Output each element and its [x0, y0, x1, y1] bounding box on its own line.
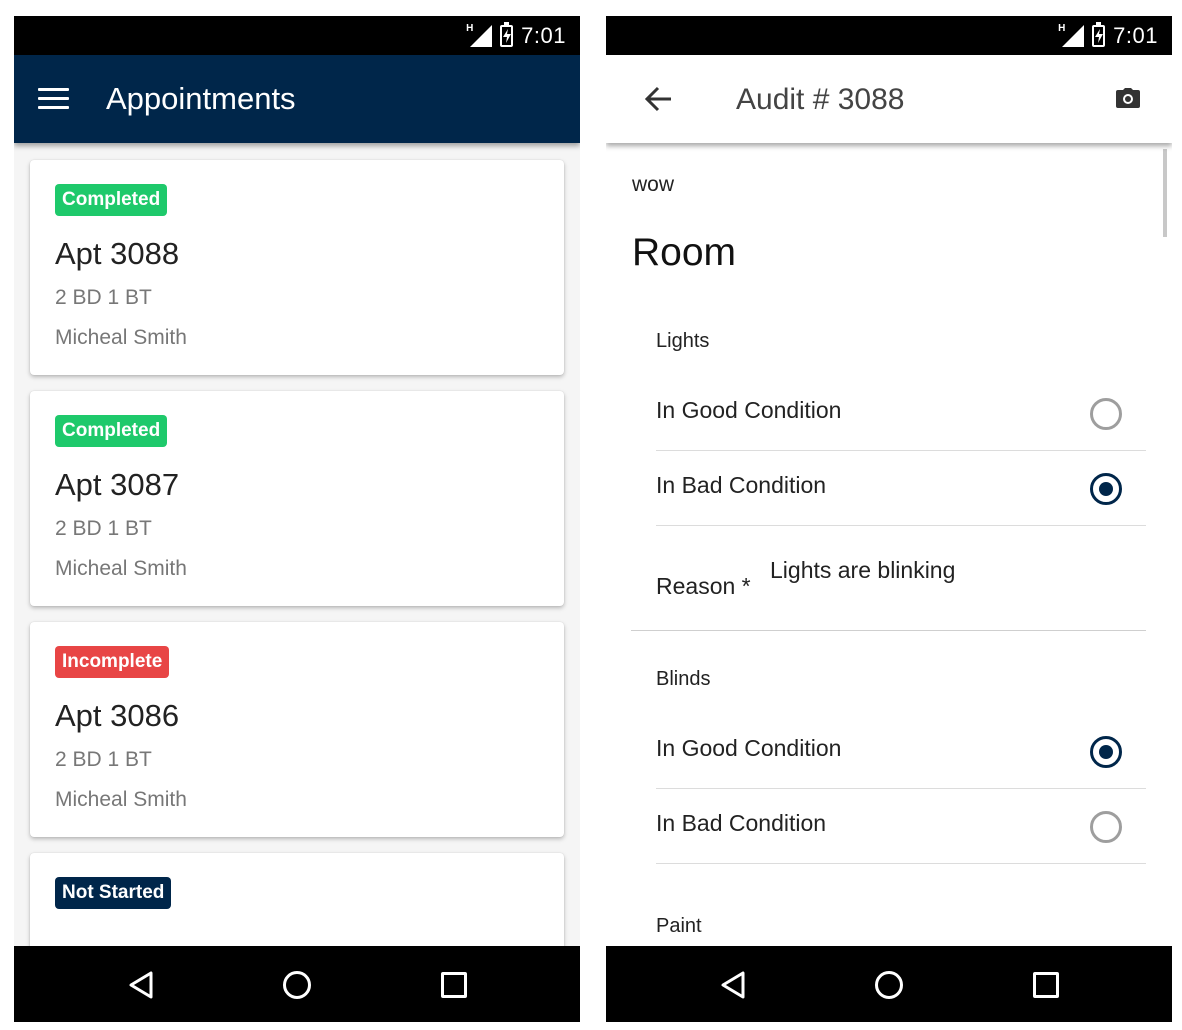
nav-back-icon[interactable]	[720, 970, 746, 1000]
appointment-card[interactable]: Incomplete Apt 3086 2 BD 1 BT Micheal Sm…	[30, 622, 564, 837]
scrollbar[interactable]	[1163, 149, 1167, 237]
signal-icon: H	[1058, 23, 1085, 47]
option-good-condition[interactable]: In Good Condition	[656, 376, 1146, 451]
status-bar: H 7:01	[14, 16, 580, 55]
option-label: In Bad Condition	[656, 810, 827, 836]
camera-icon[interactable]	[1116, 88, 1140, 108]
battery-icon	[500, 21, 514, 47]
radio-button[interactable]	[1090, 398, 1122, 430]
navigation-bar	[14, 946, 580, 1022]
status-time: 7:01	[521, 22, 566, 48]
status-badge: Not Started	[55, 877, 172, 909]
radio-button[interactable]	[1090, 473, 1122, 505]
appointment-title: Apt 3086	[55, 698, 180, 733]
navigation-bar	[606, 946, 1172, 1022]
status-time: 7:01	[1113, 22, 1158, 48]
option-bad-condition[interactable]: In Bad Condition	[656, 451, 1146, 526]
appointment-person: Micheal Smith	[55, 788, 187, 811]
appointment-card[interactable]: Completed Apt 3088 2 BD 1 BT Micheal Smi…	[30, 160, 564, 375]
option-label: In Good Condition	[656, 735, 842, 761]
section-heading: Room	[632, 231, 737, 274]
radio-button[interactable]	[1090, 736, 1122, 768]
appointment-layout: 2 BD 1 BT	[55, 748, 152, 771]
appointments-screen: H 7:01 Appointments Completed Apt 3088 2…	[14, 16, 580, 1022]
battery-icon	[1092, 21, 1106, 47]
option-bad-condition[interactable]: In Bad Condition	[656, 789, 1146, 864]
nav-home-icon[interactable]	[875, 971, 903, 999]
option-label: In Good Condition	[656, 397, 842, 423]
status-badge: Completed	[55, 415, 168, 447]
page-title: Audit # 3088	[736, 83, 905, 116]
status-badge: Incomplete	[55, 646, 170, 678]
audit-subtitle: wow	[632, 173, 675, 196]
nav-back-icon[interactable]	[128, 970, 154, 1000]
reason-input[interactable]	[770, 557, 1130, 584]
item-label-paint: Paint	[656, 915, 702, 937]
audit-screen: H 7:01 Audit # 3088 wow Room Lights In G…	[606, 16, 1172, 1022]
appointment-title: Apt 3087	[55, 467, 180, 502]
app-bar: Appointments	[14, 55, 580, 143]
option-good-condition[interactable]: In Good Condition	[656, 714, 1146, 789]
app-bar: Audit # 3088	[606, 55, 1172, 143]
appointment-card[interactable]: Completed Apt 3087 2 BD 1 BT Micheal Smi…	[30, 391, 564, 606]
nav-recents-icon[interactable]	[1033, 972, 1059, 998]
reason-label: Reason *	[656, 573, 751, 599]
signal-icon: H	[466, 23, 493, 47]
nav-recents-icon[interactable]	[441, 972, 467, 998]
reason-field: Reason *	[631, 527, 1146, 631]
status-badge: Completed	[55, 184, 168, 216]
appointment-person: Micheal Smith	[55, 326, 187, 349]
item-label-lights: Lights	[656, 330, 710, 352]
page-title: Appointments	[106, 81, 296, 116]
radio-button[interactable]	[1090, 811, 1122, 843]
appointment-layout: 2 BD 1 BT	[55, 517, 152, 540]
nav-home-icon[interactable]	[283, 971, 311, 999]
item-label-blinds: Blinds	[656, 668, 711, 690]
back-arrow-icon[interactable]	[644, 84, 674, 114]
appointment-person: Micheal Smith	[55, 557, 187, 580]
appointment-title: Apt 3088	[55, 236, 180, 271]
option-label: In Bad Condition	[656, 472, 827, 498]
menu-icon[interactable]	[38, 88, 69, 110]
status-bar: H 7:01	[606, 16, 1172, 55]
appointment-layout: 2 BD 1 BT	[55, 286, 152, 309]
